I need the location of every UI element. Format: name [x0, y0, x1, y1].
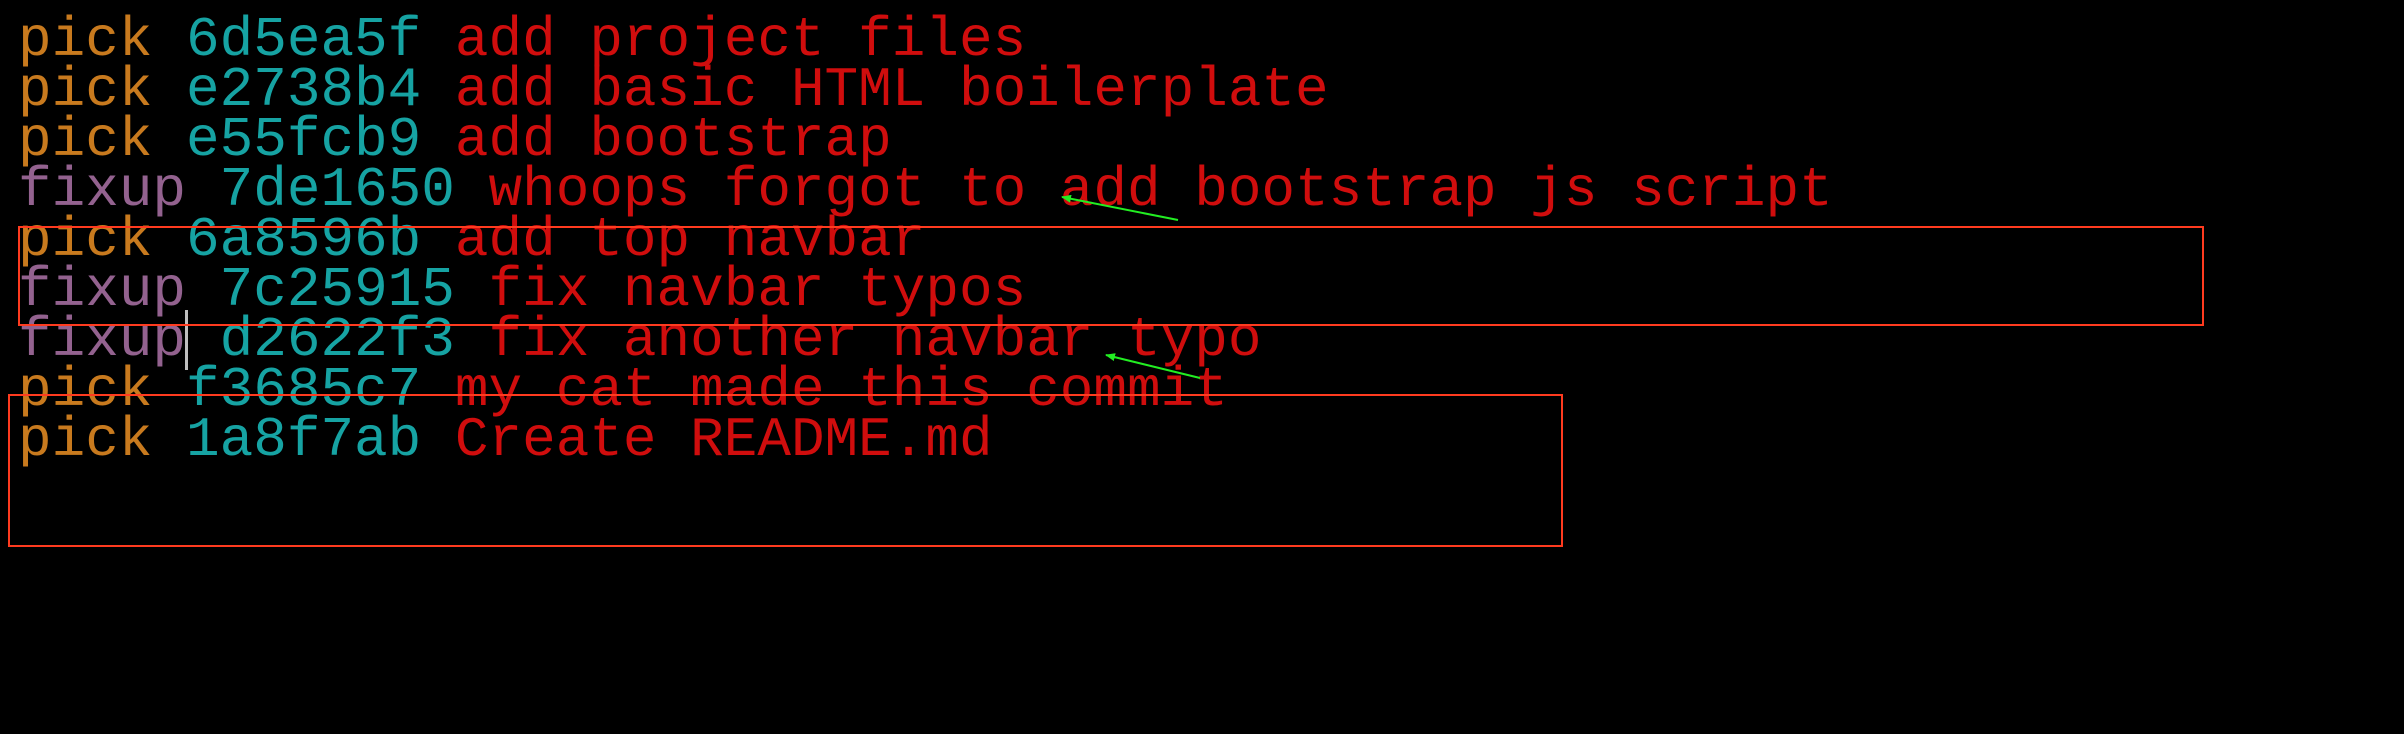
- terminal-editor[interactable]: pick 6d5ea5f add project files pick e273…: [0, 0, 2404, 734]
- commit-message: Create README.md: [454, 408, 993, 472]
- rebase-line-9[interactable]: pick 1a8f7ab Create README.md: [18, 402, 993, 479]
- commit-hash: 1a8f7ab: [186, 408, 422, 472]
- rebase-command: pick: [18, 408, 153, 472]
